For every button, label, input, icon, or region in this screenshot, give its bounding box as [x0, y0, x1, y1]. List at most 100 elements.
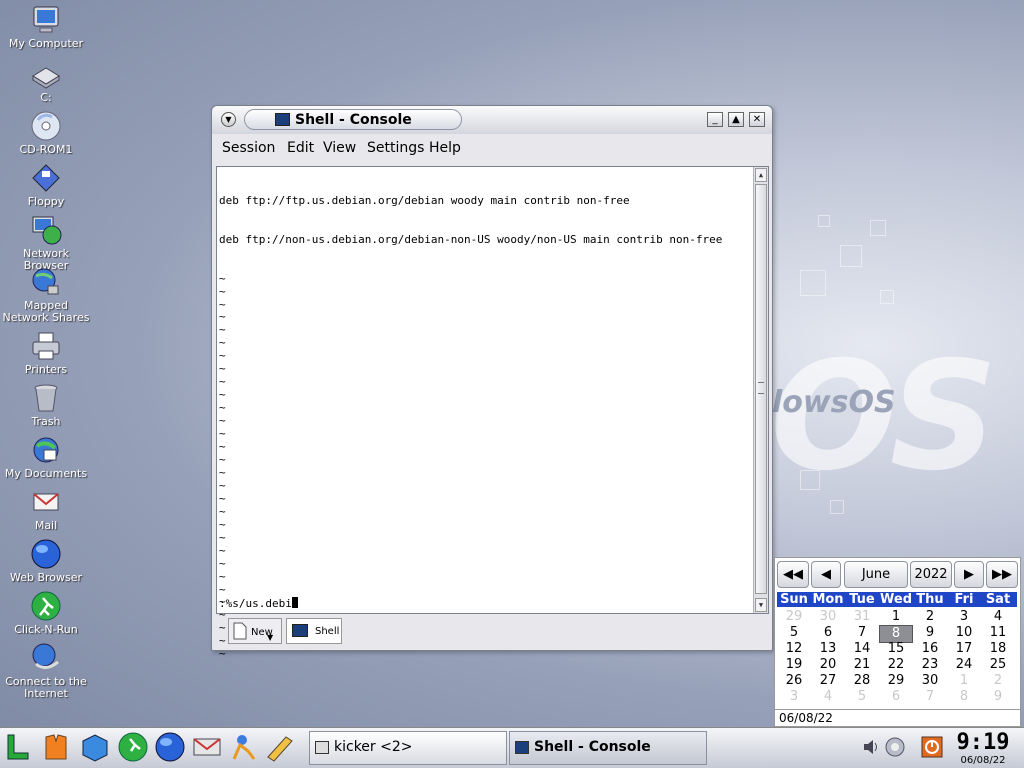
calendar-day[interactable]: 9	[913, 625, 947, 641]
menu-session[interactable]: Session	[222, 140, 275, 156]
calendar-day[interactable]: 24	[947, 657, 981, 673]
scrollbar-thumb[interactable]	[755, 184, 767, 594]
calendar-day[interactable]: 7	[845, 625, 879, 641]
new-session-button[interactable]: New ▼	[228, 618, 282, 644]
calendar-day[interactable]: 7	[913, 689, 947, 705]
calendar-day[interactable]: 11	[981, 625, 1015, 641]
runner-icon[interactable]	[117, 731, 149, 763]
close-button[interactable]: ✕	[749, 112, 765, 127]
desktop-icon-cdrom[interactable]: CD-ROM1	[0, 110, 92, 156]
messenger-icon[interactable]	[228, 731, 260, 763]
terminal-tilde-line: ~	[219, 504, 226, 518]
desktop-icon-my-computer[interactable]: My Computer	[0, 4, 92, 50]
calendar-day[interactable]: 23	[913, 657, 947, 673]
task-kicker[interactable]: kicker <2>	[309, 731, 507, 765]
calendar-day[interactable]: 26	[777, 673, 811, 689]
calendar-day[interactable]: 3	[947, 609, 981, 625]
month-selector[interactable]: June	[844, 561, 908, 588]
menu-settings[interactable]: Settings	[367, 140, 424, 156]
menu-view[interactable]: View	[323, 140, 356, 156]
clock[interactable]: 9:19 06/08/22	[955, 730, 1011, 766]
calendar-day[interactable]: 28	[845, 673, 879, 689]
network-status-icon[interactable]	[885, 737, 905, 757]
calendar-day[interactable]: 22	[879, 657, 913, 673]
pen-icon[interactable]	[264, 731, 296, 763]
calendar-day[interactable]: 18	[981, 641, 1015, 657]
calendar-day[interactable]: 5	[777, 625, 811, 641]
calendar-day[interactable]: 25	[981, 657, 1015, 673]
calendar-day[interactable]: 12	[777, 641, 811, 657]
next-month-button[interactable]: ▶	[954, 561, 984, 588]
calendar-day[interactable]: 31	[845, 609, 879, 625]
desktop-icon-network-browser[interactable]: Network Browser	[0, 214, 92, 272]
terminal-area[interactable]: deb ftp://ftp.us.debian.org/debian woody…	[216, 166, 769, 660]
scroll-up-button[interactable]: ▲	[755, 168, 767, 182]
calendar-day[interactable]: 5	[845, 689, 879, 705]
calendar-day[interactable]: 29	[777, 609, 811, 625]
menu-edit[interactable]: Edit	[287, 140, 314, 156]
power-icon[interactable]	[921, 736, 943, 758]
desktop-icon-connect-internet[interactable]: Connect to the Internet	[0, 642, 92, 700]
minimize-button[interactable]: _	[707, 112, 723, 127]
terminal-line: deb ftp://ftp.us.debian.org/debian woody…	[219, 193, 630, 207]
calendar-day[interactable]: 6	[879, 689, 913, 705]
prev-year-button[interactable]: ◀◀	[777, 561, 809, 588]
calendar-day[interactable]: 15	[879, 641, 913, 657]
prev-month-button[interactable]: ◀	[811, 561, 841, 588]
calendar-day[interactable]: 1	[879, 609, 913, 625]
calendar-day[interactable]: 30	[811, 609, 845, 625]
calendar-day[interactable]: 16	[913, 641, 947, 657]
desktop-icon-web-browser[interactable]: Web Browser	[0, 538, 92, 584]
desktop-icon-mail[interactable]: Mail	[0, 486, 92, 532]
tab-shell[interactable]: Shell	[286, 618, 342, 644]
calendar-day[interactable]: 6	[811, 625, 845, 641]
maximize-button[interactable]: ▲	[728, 112, 744, 127]
terminal-tilde-line: ~	[219, 323, 226, 337]
globe-icon[interactable]	[154, 731, 186, 763]
desktop-icon-floppy[interactable]: Floppy	[0, 162, 92, 208]
calendar-day[interactable]: 4	[811, 689, 845, 705]
task-shell-console[interactable]: Shell - Console	[509, 731, 707, 765]
calendar-day[interactable]: 4	[981, 609, 1015, 625]
calendar-day[interactable]: 19	[777, 657, 811, 673]
calendar-day[interactable]: 10	[947, 625, 981, 641]
calendar-day[interactable]: 2	[913, 609, 947, 625]
calendar-day[interactable]: 14	[845, 641, 879, 657]
calendar-week-row: 3456789	[777, 689, 1017, 705]
calendar-day[interactable]: 21	[845, 657, 879, 673]
desktop-icon-trash[interactable]: Trash	[0, 382, 92, 428]
cube-icon[interactable]	[79, 731, 111, 763]
calendar-day[interactable]: 2	[981, 673, 1015, 689]
terminal-command-line: :%s/us.debi	[219, 597, 298, 610]
calendar-week-row: 12 13 14 15 16 17 18	[777, 641, 1017, 657]
speaker-icon[interactable]	[862, 738, 880, 756]
calendar-day[interactable]: 3	[777, 689, 811, 705]
life-vest-icon[interactable]	[40, 731, 72, 763]
terminal-icon	[292, 624, 308, 637]
calendar-day[interactable]: 8	[947, 689, 981, 705]
window-titlebar[interactable]: ▼ Shell - Console _ ▲ ✕	[212, 106, 772, 134]
next-year-button[interactable]: ▶▶	[986, 561, 1018, 588]
desktop-icon-mapped-shares[interactable]: Mapped Network Shares	[0, 266, 92, 324]
mail-icon[interactable]	[191, 731, 223, 763]
calendar-day[interactable]: 1	[947, 673, 981, 689]
vertical-scrollbar[interactable]: ▲ ▼	[753, 167, 768, 613]
calendar-day[interactable]: 30	[913, 673, 947, 689]
menu-help[interactable]: Help	[429, 140, 461, 156]
calendar-day[interactable]: 29	[879, 673, 913, 689]
calendar-day[interactable]: 9	[981, 689, 1015, 705]
year-selector[interactable]: 2022	[910, 561, 952, 588]
desktop-icon-printers[interactable]: Printers	[0, 330, 92, 376]
window-menu-button[interactable]: ▼	[221, 112, 236, 127]
desktop-icon-click-n-run[interactable]: Click-N-Run	[0, 590, 92, 636]
scroll-down-button[interactable]: ▼	[755, 598, 767, 612]
calendar-day[interactable]: 20	[811, 657, 845, 673]
weekday-mon: Mon	[812, 592, 844, 607]
calendar-day[interactable]: 27	[811, 673, 845, 689]
desktop-icon-c-drive[interactable]: C:	[0, 58, 92, 104]
date-field[interactable]: 06/08/22	[775, 709, 1020, 727]
desktop-icon-my-documents[interactable]: My Documents	[0, 434, 92, 480]
calendar-day[interactable]: 13	[811, 641, 845, 657]
calendar-day[interactable]: 17	[947, 641, 981, 657]
start-menu-icon[interactable]	[2, 731, 34, 763]
